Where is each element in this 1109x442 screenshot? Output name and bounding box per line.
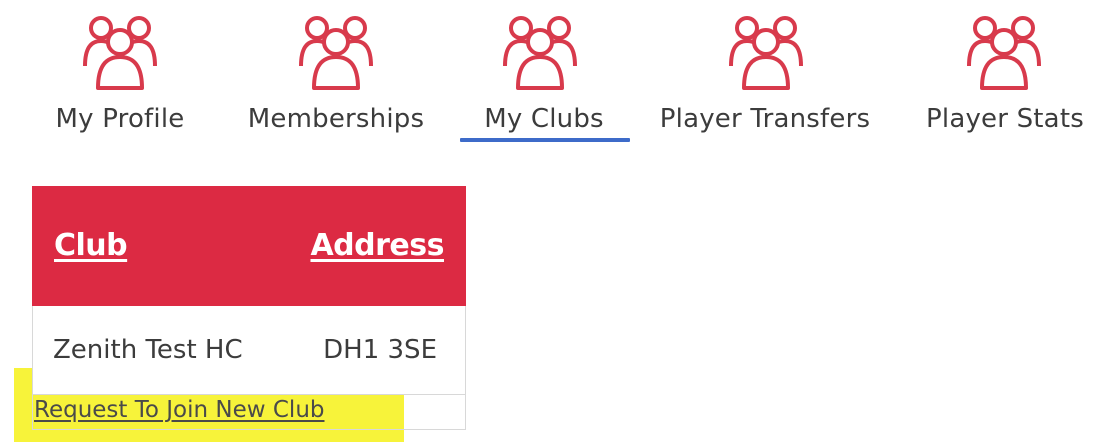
active-tab-underline: [460, 138, 630, 142]
tab-label: My Clubs: [484, 104, 604, 134]
group-icon: [298, 8, 374, 92]
request-join-club-link[interactable]: Request To Join New Club: [34, 397, 325, 423]
clubs-table: Club Address Zenith Test HC DH1 3SE: [32, 186, 466, 430]
tab-label: Memberships: [247, 104, 425, 134]
group-icon: [502, 8, 578, 92]
nav-tabs: My Profile Memberships My Clubs Player T…: [0, 0, 1109, 150]
club-address-cell: DH1 3SE: [323, 335, 437, 365]
group-icon: [728, 8, 804, 92]
group-icon: [966, 8, 1042, 92]
tab-memberships[interactable]: Memberships: [236, 0, 436, 150]
group-icon: [82, 8, 158, 92]
tab-player-stats[interactable]: Player Stats: [918, 0, 1092, 150]
column-header-club[interactable]: Club: [54, 228, 128, 263]
tab-player-transfers[interactable]: Player Transfers: [652, 0, 878, 150]
tab-my-profile[interactable]: My Profile: [42, 0, 198, 150]
club-name-cell: Zenith Test HC: [53, 335, 243, 365]
tab-label: Player Stats: [926, 104, 1084, 134]
tab-my-clubs[interactable]: My Clubs: [460, 0, 630, 150]
column-header-address[interactable]: Address: [310, 228, 444, 263]
table-row: Zenith Test HC DH1 3SE: [32, 306, 466, 394]
tab-label: My Profile: [55, 104, 185, 134]
table-header: Club Address: [32, 186, 466, 306]
tab-label: Player Transfers: [659, 104, 871, 134]
